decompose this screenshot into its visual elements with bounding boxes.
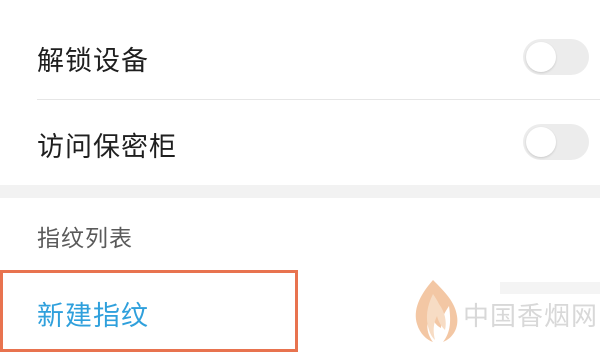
flame-logo-icon [415,280,458,342]
watermark-text: 中国香烟网 [463,302,599,332]
fingerprint-settings-screen: 解锁设备 访问保密柜 指纹列表 新建指纹 中国香烟网 [0,0,600,357]
fingerprint-list-header: 指纹列表 [37,226,133,252]
new-fingerprint-button[interactable]: 新建指纹 [37,294,149,333]
access-vault-toggle[interactable] [523,124,589,160]
setting-label-access-vault: 访问保密柜 [37,132,177,163]
toggle-knob [526,127,556,157]
row-divider [37,99,600,100]
section-separator [0,185,600,198]
setting-row-access-vault[interactable]: 访问保密柜 [0,108,600,178]
setting-row-unlock-device[interactable]: 解锁设备 [0,22,600,92]
setting-label-unlock-device: 解锁设备 [37,46,149,77]
watermark: 中国香烟网 [405,276,600,346]
toggle-knob [526,42,556,72]
unlock-device-toggle[interactable] [523,39,589,75]
